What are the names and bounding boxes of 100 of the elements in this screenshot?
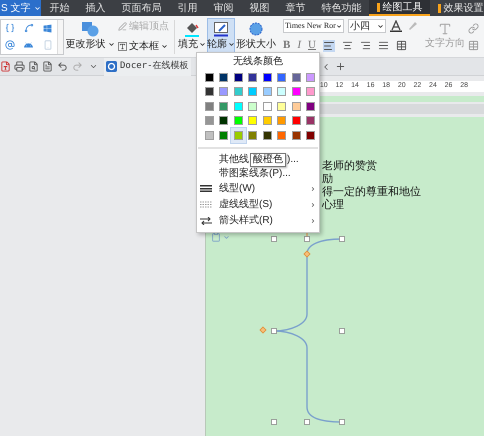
color-swatch[interactable] [262, 130, 272, 140]
color-swatch[interactable] [292, 102, 301, 111]
color-swatch[interactable] [219, 130, 228, 140]
curve-icon[interactable] [24, 23, 34, 33]
menu-tab[interactable]: 插入 [77, 0, 114, 16]
color-swatch[interactable] [204, 72, 214, 82]
at-sign-icon[interactable] [5, 40, 16, 50]
no-outline-option[interactable]: 无线条颜色 [197, 54, 319, 70]
print-icon[interactable] [14, 61, 25, 72]
format-toggle[interactable]: B [283, 37, 290, 54]
color-swatch[interactable] [306, 116, 316, 126]
undo-icon[interactable] [57, 61, 68, 72]
color-swatch[interactable] [219, 102, 228, 111]
new-tab-icon[interactable] [335, 61, 346, 72]
color-swatch[interactable] [262, 116, 272, 126]
table-icon[interactable] [468, 40, 479, 50]
color-swatch[interactable] [306, 87, 316, 96]
color-swatch[interactable] [204, 87, 214, 96]
color-swatch[interactable] [277, 72, 286, 82]
shape-size-button[interactable]: 形状大小 [236, 37, 276, 52]
menu-tab[interactable]: 审阅 [205, 0, 242, 16]
resize-handle[interactable] [304, 419, 310, 425]
resize-handle[interactable] [339, 328, 345, 334]
color-swatch[interactable] [219, 87, 228, 96]
fill-button[interactable]: 填充 [178, 37, 206, 52]
menu-tab[interactable]: 章节 [277, 0, 314, 16]
color-swatch[interactable] [204, 130, 214, 140]
align-center-icon[interactable] [342, 40, 353, 51]
color-swatch[interactable] [248, 87, 258, 96]
menu-tab[interactable]: 绘图工具 [369, 0, 430, 16]
font-size-field[interactable]: 小四 [348, 19, 386, 34]
menu-tab[interactable]: 特色功能 [313, 0, 370, 16]
gallery-scrollbar[interactable] [57, 20, 63, 54]
color-swatch[interactable] [277, 87, 286, 96]
color-swatch[interactable] [277, 116, 286, 126]
format-toggle[interactable]: I [297, 37, 302, 54]
menu-item[interactable]: 其他线 酸橙色 )... [197, 152, 319, 166]
color-swatch[interactable] [277, 130, 286, 140]
color-swatch[interactable] [234, 87, 243, 96]
adjust-handle[interactable] [259, 326, 267, 334]
align-right-icon[interactable] [360, 40, 371, 51]
menu-tab[interactable]: 引用 [169, 0, 206, 16]
color-swatch[interactable] [306, 102, 316, 111]
template-tab[interactable]: Docer-在线模板 [104, 58, 191, 76]
color-swatch[interactable] [292, 116, 301, 126]
color-swatch[interactable] [292, 87, 301, 96]
shape-gallery[interactable] [0, 18, 64, 54]
font-field[interactable]: Times New Ror [283, 19, 344, 34]
menu-tab[interactable]: 效果设置 [430, 0, 484, 16]
font-color-icon[interactable] [390, 20, 402, 32]
color-swatch[interactable] [292, 72, 301, 82]
app-menu-button[interactable]: S 文字 [0, 0, 42, 16]
link-icon[interactable] [468, 22, 479, 34]
resize-handle[interactable] [339, 419, 345, 425]
color-swatch[interactable] [234, 72, 243, 82]
format-toggle[interactable]: U [308, 37, 316, 54]
braces-icon[interactable] [5, 23, 16, 33]
color-swatch[interactable] [292, 130, 301, 140]
menu-tab[interactable]: 开始 [41, 0, 78, 16]
print-preview-icon[interactable] [28, 61, 39, 72]
menu-tab[interactable]: 视图 [241, 0, 278, 16]
menu-tab[interactable]: 页面布局 [113, 0, 170, 16]
robot-icon[interactable] [24, 40, 34, 50]
color-swatch[interactable] [277, 102, 286, 111]
color-swatch[interactable] [248, 130, 258, 140]
change-shape-button[interactable]: 更改形状 [66, 37, 114, 52]
customize-caret-icon[interactable] [89, 62, 98, 71]
color-swatch[interactable] [248, 102, 258, 111]
color-swatch[interactable] [306, 130, 316, 140]
color-swatch[interactable] [234, 102, 243, 111]
menu-item[interactable]: 带图案线条(P)... [197, 166, 319, 180]
color-swatch[interactable] [262, 102, 272, 111]
color-swatch[interactable] [234, 130, 243, 140]
color-swatch[interactable] [204, 116, 214, 126]
resize-handle[interactable] [339, 236, 345, 242]
color-swatch[interactable] [306, 72, 316, 82]
adjust-handle[interactable] [303, 250, 311, 258]
resize-handle[interactable] [271, 419, 277, 425]
menu-item[interactable]: 线型(W) [219, 181, 303, 196]
color-swatch[interactable] [248, 72, 258, 82]
resize-handle[interactable] [271, 236, 277, 242]
color-swatch[interactable] [234, 116, 243, 126]
color-swatch[interactable] [219, 116, 228, 126]
menu-item[interactable]: 虚线线型(S) [219, 197, 303, 212]
document-icon[interactable] [42, 61, 53, 72]
redo-icon[interactable] [72, 61, 83, 72]
resize-handle[interactable] [304, 236, 310, 242]
color-swatch[interactable] [248, 116, 258, 126]
justify-icon[interactable] [378, 40, 389, 51]
window-grid-icon[interactable] [43, 24, 52, 32]
paste-options-button[interactable] [211, 232, 230, 242]
color-swatch[interactable] [262, 87, 272, 96]
color-swatch[interactable] [204, 102, 214, 111]
menu-item[interactable]: 箭头样式(R) [219, 213, 303, 228]
text-box-button[interactable]: 文本框 [118, 39, 170, 54]
resize-handle[interactable] [271, 328, 277, 334]
color-swatch[interactable] [262, 72, 272, 82]
align-left-icon[interactable] [322, 40, 335, 52]
color-swatch[interactable] [219, 72, 228, 82]
pdf-icon[interactable] [0, 61, 11, 72]
